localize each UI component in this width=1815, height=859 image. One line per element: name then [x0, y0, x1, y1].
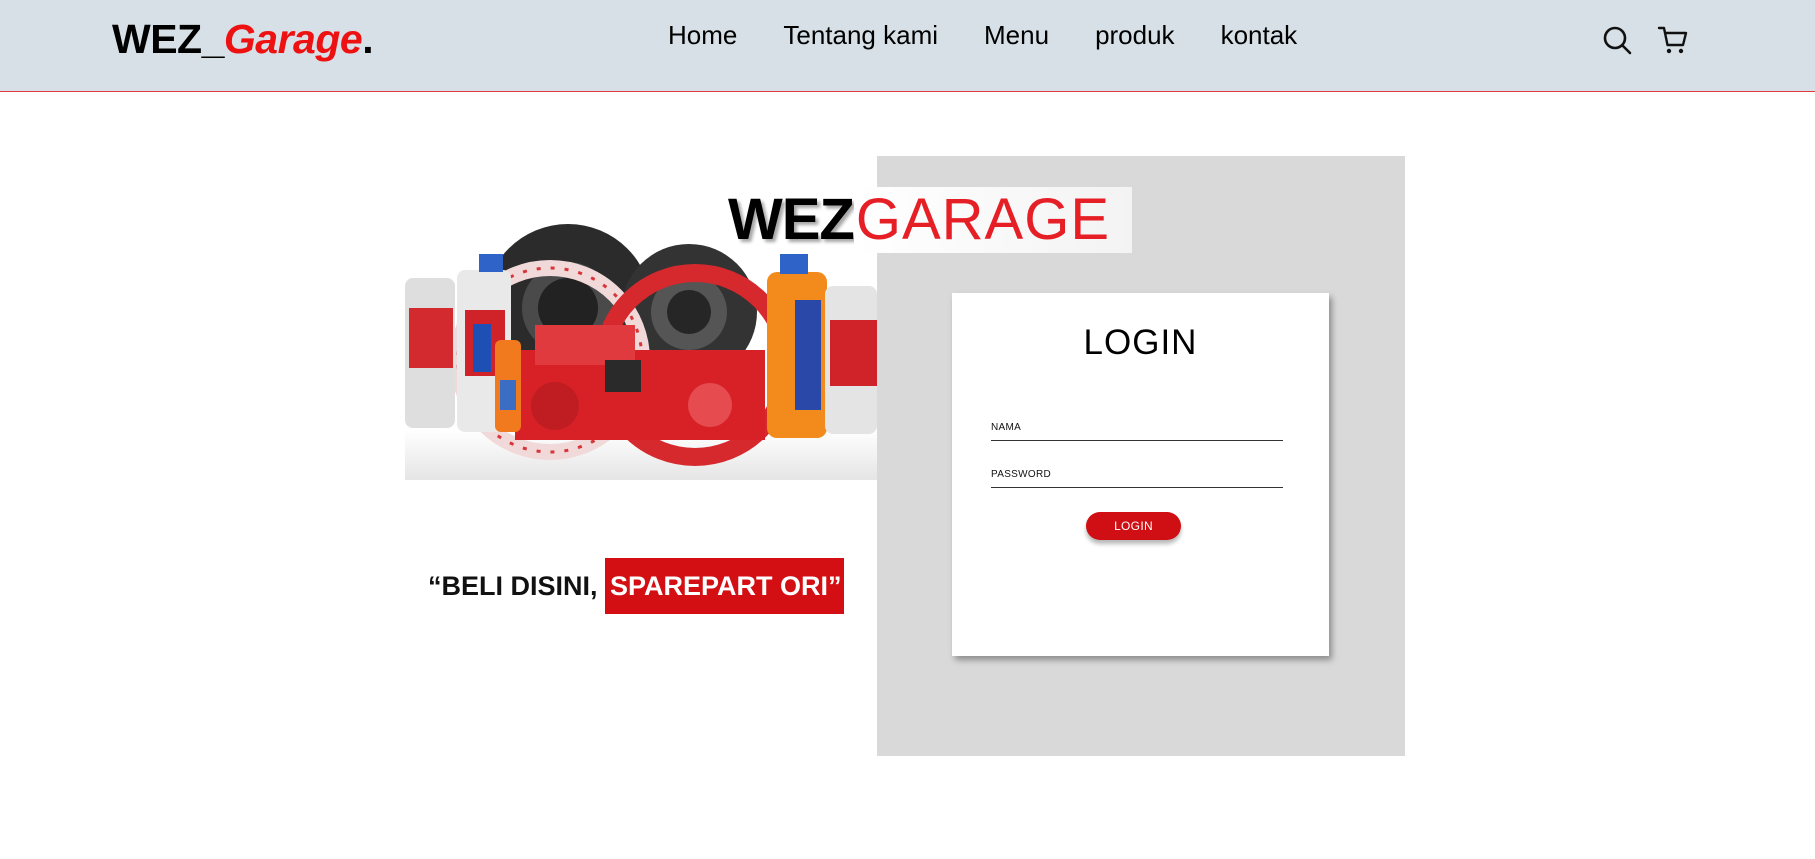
brand-logo[interactable]: WEZ_Garage.: [112, 16, 374, 63]
password-input[interactable]: [991, 463, 1283, 485]
nav-produk[interactable]: produk: [1095, 20, 1175, 51]
search-icon[interactable]: [1601, 24, 1633, 56]
nav-home[interactable]: Home: [668, 20, 737, 51]
nav-tentang-kami[interactable]: Tentang kami: [783, 20, 938, 51]
login-button[interactable]: LOGIN: [1086, 512, 1181, 540]
tagline-highlight: SPAREPART ORI”: [605, 558, 844, 614]
login-title: LOGIN: [1083, 323, 1198, 362]
cart-icon[interactable]: [1657, 24, 1689, 56]
login-form: LOGIN LOGIN: [952, 293, 1329, 656]
nama-field: [991, 416, 1283, 441]
main-nav: Home Tentang kami Menu produk kontak: [668, 20, 1297, 51]
logo-garage: GARAGE: [853, 187, 1133, 253]
tagline: “BELI DISINI, SPAREPART ORI”: [428, 558, 844, 614]
password-field: [991, 463, 1283, 488]
nav-menu[interactable]: Menu: [984, 20, 1049, 51]
nama-input[interactable]: [991, 416, 1283, 438]
spareparts-product-image: [405, 224, 877, 480]
tagline-plain: “BELI DISINI,: [428, 570, 598, 601]
brand-suffix: .: [362, 16, 374, 62]
nav-icons: [1601, 24, 1689, 56]
nav-kontak[interactable]: kontak: [1221, 20, 1298, 51]
navbar: WEZ_Garage. Home Tentang kami Menu produ…: [0, 0, 1815, 92]
brand-accent: Garage: [223, 16, 363, 62]
brand-main: WEZ_: [112, 16, 224, 62]
